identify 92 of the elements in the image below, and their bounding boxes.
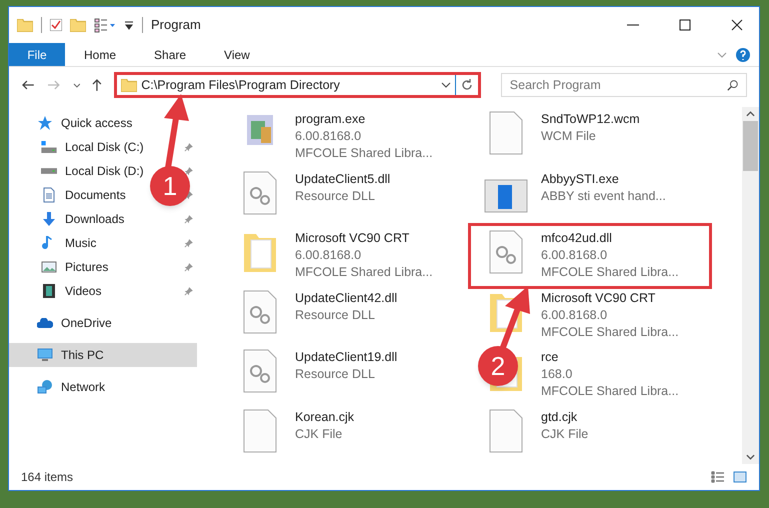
document-icon (43, 187, 55, 203)
nav-item[interactable]: Videos (9, 279, 110, 303)
nav-item[interactable]: Quick access (9, 111, 140, 135)
file-name: AbbyySTI.exe (541, 170, 620, 188)
nav-item[interactable]: Pictures (9, 255, 116, 279)
file-detail: CJK File (295, 426, 344, 442)
scrollbar[interactable] (742, 107, 759, 464)
caret-icon[interactable] (440, 82, 451, 88)
dropdown-icon[interactable] (124, 20, 134, 30)
network-icon (37, 380, 53, 394)
scroll-down-icon[interactable] (746, 454, 755, 460)
file-detail: CJK File (541, 426, 588, 442)
details-view-icon[interactable] (711, 471, 725, 483)
scroll-up-icon[interactable] (746, 111, 755, 117)
file-name: program.exe (295, 111, 366, 128)
file-detail: ABBY sti event hand... (541, 188, 666, 204)
nav-item[interactable]: Music (9, 231, 104, 255)
file-name: Korean.cjk (295, 408, 354, 426)
file-detail: 6.00.8168.0 (541, 247, 608, 264)
nav-item[interactable]: OneDrive (9, 311, 120, 335)
star-icon (37, 115, 53, 131)
window-title: Program (151, 16, 201, 34)
window-icon (484, 178, 528, 212)
file-name: Microsoft VC90 CRT (541, 290, 656, 306)
file-detail: MFCOLE Shared Libra... (541, 324, 679, 340)
folder-icon (17, 18, 33, 32)
scrollbar-thumb[interactable] (743, 121, 758, 171)
ribbon-tab[interactable]: File (9, 43, 65, 66)
up-arrow-icon[interactable] (92, 78, 102, 92)
search-field[interactable]: Search Program (500, 73, 747, 97)
blank-document-icon (243, 408, 277, 452)
film-icon (43, 284, 55, 298)
blank-document-icon (489, 111, 523, 155)
item-count: 164 items (21, 469, 74, 486)
gear-document-icon (489, 230, 523, 274)
file-detail: 6.00.8168.0 (295, 128, 362, 145)
file-detail: MFCOLE Shared Libra... (295, 264, 433, 281)
file-detail: 6.00.8168.0 (295, 247, 362, 264)
folder-icon (121, 78, 138, 92)
close-icon[interactable] (731, 19, 743, 31)
folder-icon (243, 234, 277, 272)
file-name: UpdateClient42.dll (295, 290, 398, 306)
nav-item[interactable]: Local Disk (D:) (9, 159, 152, 183)
checkmark-icon[interactable] (50, 19, 62, 31)
file-name: UpdateClient5.dll (295, 170, 390, 188)
file-detail: MFCOLE Shared Libra... (295, 145, 433, 162)
drive-icon (41, 141, 57, 153)
file-detail: MFCOLE Shared Libra... (541, 383, 679, 400)
file-name: UpdateClient19.dll (295, 349, 398, 366)
chevron-icon[interactable] (717, 52, 727, 58)
program-icon (247, 115, 273, 145)
search-icon[interactable] (726, 79, 739, 91)
nav-item[interactable]: Downloads (9, 207, 132, 231)
back-arrow-icon[interactable] (21, 80, 35, 90)
nav-item[interactable]: Documents (9, 183, 134, 207)
address-bar[interactable]: C:\Program Files\Program Directory (114, 72, 481, 98)
properties-icon[interactable] (94, 18, 116, 32)
refresh-icon[interactable] (460, 78, 474, 92)
file-name: rce (541, 349, 560, 366)
file-name: SndToWP12.wcm (541, 111, 640, 128)
gear-document-icon (243, 290, 277, 334)
gear-document-icon (243, 170, 277, 214)
nav-item[interactable]: Local Disk (C:) (9, 135, 152, 159)
file-detail: WCM File (541, 128, 597, 145)
caret-icon[interactable] (72, 82, 80, 88)
address-path: C:\Program Files\Program Directory (141, 76, 341, 94)
picture-icon (41, 261, 57, 273)
ribbon-tab[interactable]: Home (65, 43, 136, 66)
help-icon[interactable] (735, 46, 751, 62)
file-name: Microsoft VC90 CRT (295, 230, 410, 247)
cloud-icon (37, 318, 53, 328)
large-icons-view-icon[interactable] (733, 471, 747, 483)
new-folder-icon (70, 18, 86, 32)
ribbon-tab[interactable]: View (205, 43, 269, 66)
maximize-icon[interactable] (679, 19, 691, 31)
minimize-icon[interactable] (627, 24, 639, 26)
file-detail: Resource DLL (295, 366, 376, 383)
download-arrow-icon (41, 211, 57, 227)
blank-document-icon (489, 408, 523, 452)
file-detail: 6.00.8168.0 (541, 306, 608, 324)
nav-item[interactable]: This PC (9, 343, 197, 367)
nav-item[interactable]: Network (9, 375, 114, 399)
drive-icon (41, 168, 57, 174)
file-detail: Resource DLL (295, 306, 376, 324)
file-name: mfco42ud.dll (541, 230, 613, 247)
file-detail: MFCOLE Shared Libra... (541, 264, 679, 281)
file-detail: 168.0 (541, 366, 574, 383)
file-detail: Resource DLL (295, 188, 376, 204)
gear-document-icon (243, 349, 277, 393)
file-name: gtd.cjk (541, 408, 578, 426)
ribbon-tab[interactable]: Share (135, 43, 206, 66)
monitor-icon (37, 348, 53, 362)
